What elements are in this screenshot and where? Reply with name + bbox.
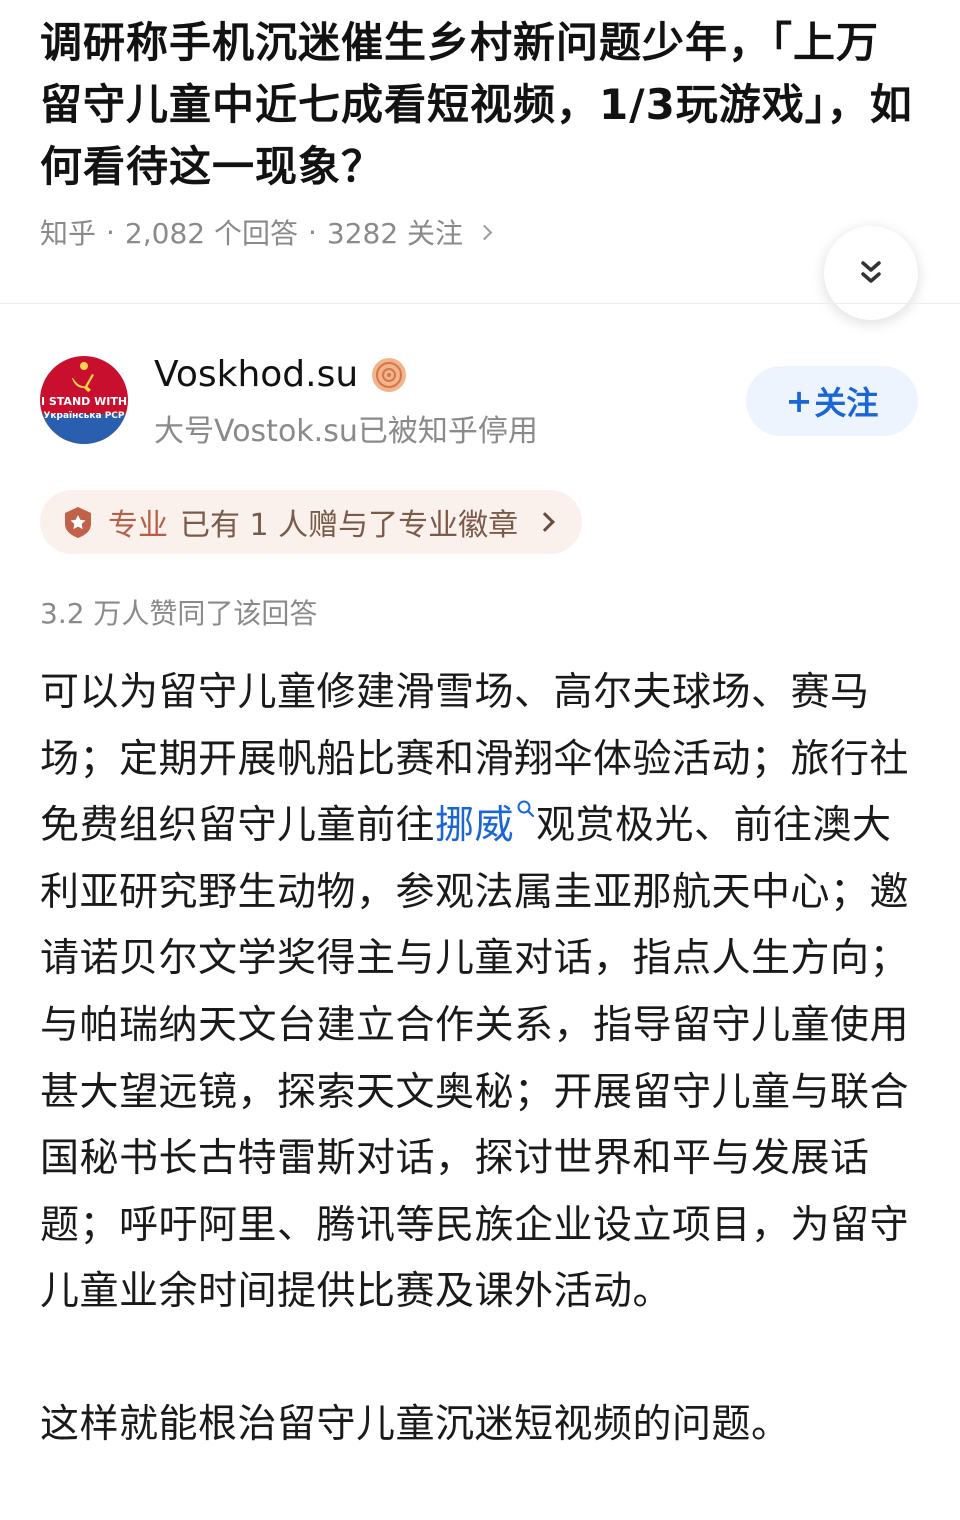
author-name-row[interactable]: Voskhod.su bbox=[154, 354, 408, 395]
section-divider bbox=[0, 303, 960, 304]
collapse-button[interactable] bbox=[824, 226, 918, 320]
answer-text: 观赏极光、前往澳大利亚研究野生动物，参观法属圭亚那航天中心；邀请诺贝尔文学奖得主… bbox=[40, 803, 910, 1315]
answer-paragraph: 可以为留守儿童修建滑雪场、高尔夫球场、赛马场；定期开展帆船比赛和滑翔伞体验活动；… bbox=[40, 660, 910, 1326]
answers-count: 2,082 个回答 bbox=[124, 217, 298, 250]
chevron-right-icon bbox=[535, 512, 556, 532]
chevron-right-icon bbox=[476, 224, 493, 240]
certified-badge-icon bbox=[372, 357, 407, 392]
meta-separator: · bbox=[106, 215, 115, 249]
professional-badge-bar[interactable]: 专业 已有 1 人赠与了专业徽章 bbox=[40, 490, 583, 554]
answer-paragraph: 这样就能根治留守儿童沉迷短视频的问题。 bbox=[40, 1401, 791, 1447]
plus-icon: + bbox=[785, 382, 813, 420]
search-icon bbox=[517, 800, 535, 818]
meta-separator: · bbox=[307, 215, 317, 249]
avatar-text-line2: Українська РСР bbox=[43, 411, 124, 421]
question-source: 知乎 bbox=[40, 217, 97, 250]
follow-button[interactable]: + 关注 bbox=[746, 366, 918, 436]
keyword-link[interactable]: 挪威 bbox=[435, 803, 514, 848]
avatar-text-line1: I STAND WITH bbox=[41, 395, 127, 408]
votes-count: 3.2 万人赞同了该回答 bbox=[40, 597, 318, 630]
question-header: 调研称手机沉迷催生乡村新问题少年，「上万留守儿童中近七成看短视频，1/3玩游戏」… bbox=[40, 12, 920, 252]
double-chevron-down-icon bbox=[861, 261, 881, 283]
shield-badge-icon bbox=[65, 507, 91, 538]
author-name[interactable]: Voskhod.su bbox=[154, 354, 358, 395]
question-meta[interactable]: 知乎 · 2,082 个回答 · 3282 关注 bbox=[40, 212, 920, 252]
followers-count: 3282 关注 bbox=[326, 217, 464, 250]
question-title[interactable]: 调研称手机沉迷催生乡村新问题少年，「上万留守儿童中近七成看短视频，1/3玩游戏」… bbox=[40, 12, 920, 198]
answer-body: 可以为留守儿童修建滑雪场、高尔夫球场、赛马场；定期开展帆船比赛和滑翔伞体验活动；… bbox=[40, 660, 910, 1459]
avatar[interactable]: I STAND WITH Українська РСР bbox=[40, 356, 128, 444]
follow-label: 关注 bbox=[814, 384, 879, 422]
author-bio: 大号Vostok.su已被知乎停用 bbox=[154, 414, 538, 449]
badge-description: 已有 1 人赠与了专业徽章 bbox=[180, 508, 519, 543]
badge-label: 专业 bbox=[108, 508, 168, 543]
